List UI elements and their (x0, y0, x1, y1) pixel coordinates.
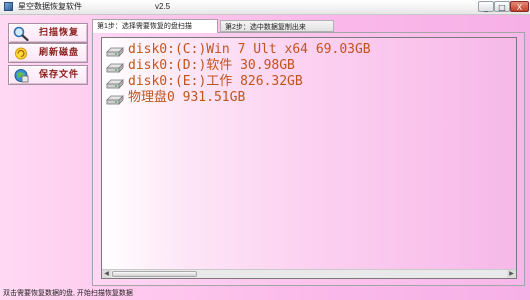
refresh-disk-label: 刷新磁盘 (39, 48, 80, 58)
close-button[interactable]: X (510, 1, 529, 12)
scroll-thumb[interactable] (112, 271, 197, 277)
refresh-disk-button[interactable]: 刷新磁盘 (8, 43, 88, 63)
title-bar: 星空数据恢复软件 v2.5 _ □ X (0, 0, 530, 15)
drive-icon (106, 47, 124, 57)
disk-label: 物理盘0 931.51GB (128, 90, 246, 105)
scan-recover-button[interactable]: 扫描恢复 (8, 23, 88, 43)
maximize-button[interactable]: □ (494, 1, 510, 12)
drive-icon (106, 95, 124, 105)
drive-icon (106, 79, 124, 89)
scan-recover-label: 扫描恢复 (39, 28, 80, 38)
save-globe-icon (14, 69, 29, 83)
save-file-button[interactable]: 保存文件 (8, 65, 88, 85)
sun-refresh-icon (15, 47, 27, 60)
save-file-label: 保存文件 (39, 70, 80, 80)
window-title: 星空数据恢复软件 (18, 2, 82, 11)
status-bar: 双击需要恢复数据的盘, 开始扫描恢复数据 (3, 290, 133, 297)
tab-step2[interactable]: 第2步：选中数据复制出来 (220, 20, 334, 32)
disk-label: disk0:(E:)工作 826.32GB (128, 74, 303, 89)
magnifier-icon (13, 26, 29, 41)
drive-icon (106, 63, 124, 73)
horizontal-scrollbar[interactable]: ◀ ▶ (102, 269, 516, 278)
disk-list[interactable]: disk0:(C:)Win 7 Ult x64 69.03GB disk0:(D… (101, 37, 517, 279)
version-label: v2.5 (155, 2, 171, 11)
app-icon (4, 2, 13, 11)
tab-panel: disk0:(C:)Win 7 Ult x64 69.03GB disk0:(D… (92, 32, 525, 286)
scroll-left-button[interactable]: ◀ (102, 270, 111, 278)
disk-label: disk0:(C:)Win 7 Ult x64 69.03GB (128, 42, 371, 57)
app-window: 星空数据恢复软件 v2.5 _ □ X 扫描恢复 刷新磁盘 保存文件 第1步：选… (0, 0, 530, 300)
disk-label: disk0:(D:)软件 30.98GB (128, 58, 295, 73)
minimize-button[interactable]: _ (478, 1, 494, 12)
scroll-right-button[interactable]: ▶ (507, 270, 516, 278)
tab-step1[interactable]: 第1步：选择需要恢复的盘扫描 (92, 19, 218, 33)
